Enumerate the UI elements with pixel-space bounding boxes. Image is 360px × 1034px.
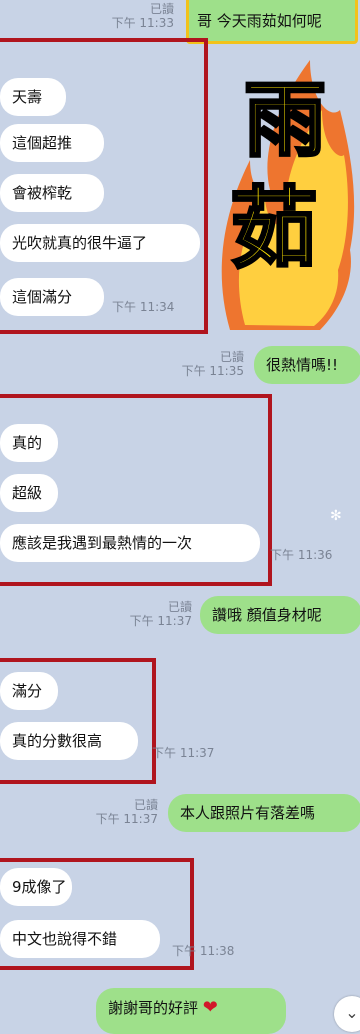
outgoing-message-4[interactable]: 本人跟照片有落差嗎 [168, 794, 360, 832]
message-text: 這個超推 [12, 134, 73, 152]
incoming-message[interactable]: 9成像了 [0, 868, 72, 906]
sticker-char-2: 茹 [228, 177, 319, 280]
message-text: 本人跟照片有落差嗎 [180, 804, 316, 822]
message-text: 光吹就真的很牛逼了 [12, 234, 148, 252]
outgoing-message-5[interactable]: 謝謝哥的好評 ❤ [96, 988, 286, 1034]
timestamp: 下午 11:35 [181, 364, 244, 378]
outgoing-message-3[interactable]: 讚哦 顏值身材呢 [200, 596, 360, 634]
message-text: 超級 [12, 484, 43, 502]
timestamp: 下午 11:36 [270, 548, 333, 562]
timestamp: 下午 11:38 [172, 944, 235, 958]
timestamp: 下午 11:37 [152, 746, 215, 760]
sparkle-icon: ✻ [330, 508, 342, 524]
message-meta-2: 已讀 下午 11:35 [170, 350, 244, 378]
read-receipt: 已讀 [219, 350, 244, 364]
message-meta-1: 已讀 下午 11:33 [100, 2, 174, 30]
message-text: 真的分數很高 [12, 732, 103, 750]
incoming-message[interactable]: 中文也說得不錯 [0, 920, 160, 958]
message-text: 應該是我遇到最熱情的一次 [12, 534, 193, 552]
incoming-message[interactable]: 天壽 [0, 78, 66, 116]
read-receipt: 已讀 [149, 2, 174, 16]
timestamp: 下午 11:37 [129, 614, 192, 628]
message-meta-4: 已讀 下午 11:37 [84, 798, 158, 826]
fire-sticker[interactable]: 雨 茹 [210, 40, 360, 340]
incoming-message[interactable]: 超級 [0, 474, 58, 512]
incoming-message[interactable]: 真的 [0, 424, 58, 462]
outgoing-message-2[interactable]: 很熱情嗎!! [254, 346, 360, 384]
incoming-message[interactable]: 應該是我遇到最熱情的一次 [0, 524, 260, 562]
sticker-char-1: 雨 [242, 73, 327, 168]
message-text: 會被榨乾 [12, 184, 73, 202]
message-text: 滿分 [12, 682, 43, 700]
message-text: 真的 [12, 434, 43, 452]
incoming-message[interactable]: 滿分 [0, 672, 58, 710]
incoming-message[interactable]: 會被榨乾 [0, 174, 104, 212]
scroll-down-button[interactable]: ⌄ [334, 996, 360, 1032]
message-text: 9成像了 [12, 878, 67, 896]
message-text: 天壽 [12, 88, 43, 106]
message-text: 這個滿分 [12, 288, 73, 306]
timestamp: 下午 11:34 [112, 300, 175, 314]
message-text: 哥 今天雨茹如何呢 [197, 12, 322, 30]
read-receipt: 已讀 [167, 600, 192, 614]
chevron-down-icon: ⌄ [345, 1003, 359, 1022]
incoming-message[interactable]: 光吹就真的很牛逼了 [0, 224, 200, 262]
read-receipt: 已讀 [133, 798, 158, 812]
message-text: 謝謝哥的好評 [108, 999, 199, 1017]
incoming-message[interactable]: 真的分數很高 [0, 722, 138, 760]
message-text: 讚哦 顏值身材呢 [212, 606, 322, 624]
outgoing-message-1[interactable]: 哥 今天雨茹如何呢 [186, 0, 358, 44]
incoming-message[interactable]: 這個超推 [0, 124, 104, 162]
timestamp: 下午 11:37 [95, 812, 158, 826]
message-meta-3: 已讀 下午 11:37 [118, 600, 192, 628]
heart-icon: ❤ [202, 997, 218, 1018]
message-text: 很熱情嗎!! [266, 356, 339, 374]
incoming-message[interactable]: 這個滿分 [0, 278, 104, 316]
timestamp: 下午 11:33 [111, 16, 174, 30]
message-text: 中文也說得不錯 [12, 930, 118, 948]
